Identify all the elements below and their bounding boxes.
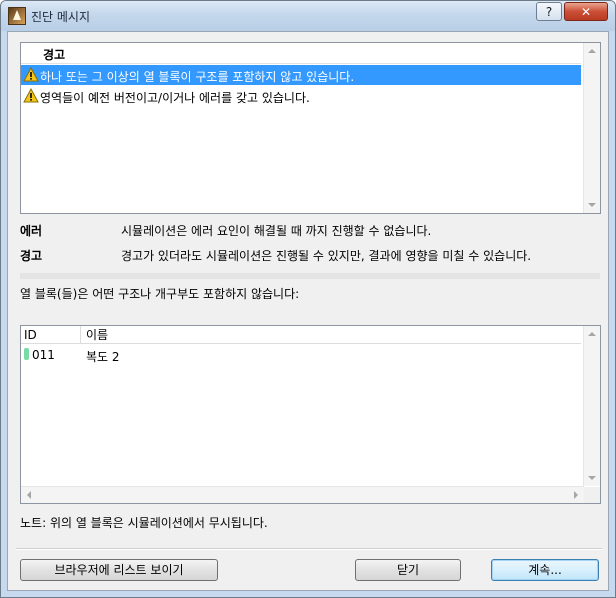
row-status-marker — [24, 348, 29, 360]
footnote: 노트: 위의 열 블록은 시뮬레이션에서 무시됩니다. — [20, 516, 268, 530]
section-separator — [20, 273, 600, 279]
warning-legend-label: 경고 — [20, 249, 43, 263]
scroll-up-arrow-icon[interactable] — [588, 332, 596, 336]
warning-item-text: 영역들이 예전 버전이고/이거나 에러를 갖고 있습니다. — [40, 91, 310, 105]
warning-list-scrollbar[interactable] — [583, 43, 600, 213]
warning-list-header: 경고 — [21, 43, 581, 64]
warning-list[interactable]: 경고 하나 또는 그 이상의 열 블록이 구조를 포함하지 않고 있습니다. 영… — [20, 42, 601, 214]
scroll-left-arrow-icon[interactable] — [27, 491, 31, 499]
error-legend-label: 에러 — [20, 224, 43, 238]
diagnostic-dialog: 진단 메시지 ? ✕ 경고 하나 또는 그 이상의 열 블록이 구조를 포함하지… — [0, 0, 616, 598]
warning-item[interactable]: 영역들이 예전 버전이고/이거나 에러를 갖고 있습니다. — [21, 86, 581, 106]
continue-button[interactable]: 계속... — [491, 559, 599, 581]
title-bar[interactable]: 진단 메시지 ? ✕ — [1, 1, 615, 31]
column-header-id[interactable]: ID — [21, 326, 81, 344]
scroll-right-arrow-icon[interactable] — [574, 491, 578, 499]
close-button[interactable]: 닫기 — [355, 559, 461, 581]
dialog-content: 경고 하나 또는 그 이상의 열 블록이 구조를 포함하지 않고 있습니다. 영… — [7, 31, 609, 591]
warning-item-text: 하나 또는 그 이상의 열 블록이 구조를 포함하지 않고 있습니다. — [40, 70, 355, 84]
table-horizontal-scrollbar[interactable] — [21, 486, 584, 503]
warning-icon — [23, 88, 39, 103]
table-vertical-scrollbar[interactable] — [583, 326, 600, 486]
cell-id: 011 — [32, 348, 55, 362]
affected-blocks-table[interactable]: ID 이름 011 복도 2 — [20, 325, 601, 504]
scroll-up-arrow-icon[interactable] — [588, 49, 596, 53]
app-logo-icon — [8, 7, 26, 25]
column-header-name[interactable]: 이름 — [81, 326, 581, 344]
close-window-button[interactable]: ✕ — [564, 2, 608, 21]
show-list-in-browser-button[interactable]: 브라우저에 리스트 보이기 — [20, 559, 218, 581]
scroll-down-arrow-icon[interactable] — [588, 476, 596, 480]
table-row[interactable]: 011 복도 2 — [21, 345, 581, 365]
cell-name: 복도 2 — [86, 350, 120, 364]
scrollbar-corner — [584, 487, 600, 503]
warning-legend-description: 경고가 있더라도 시뮬레이션은 진행될 수 있지만, 결과에 영향을 미칠 수 … — [121, 249, 532, 263]
window-title: 진단 메시지 — [31, 10, 91, 24]
help-button[interactable]: ? — [536, 2, 562, 21]
warning-column-header: 경고 — [43, 48, 66, 62]
detail-message: 열 블록(들)은 어떤 구조나 개구부도 포함하지 않습니다: — [20, 287, 300, 301]
button-divider — [16, 548, 602, 550]
scroll-down-arrow-icon[interactable] — [588, 203, 596, 207]
error-legend-description: 시뮬레이션은 에러 요인이 해결될 때 까지 진행할 수 없습니다. — [121, 224, 432, 238]
warning-item[interactable]: 하나 또는 그 이상의 열 블록이 구조를 포함하지 않고 있습니다. — [21, 65, 581, 85]
warning-icon — [23, 67, 39, 82]
